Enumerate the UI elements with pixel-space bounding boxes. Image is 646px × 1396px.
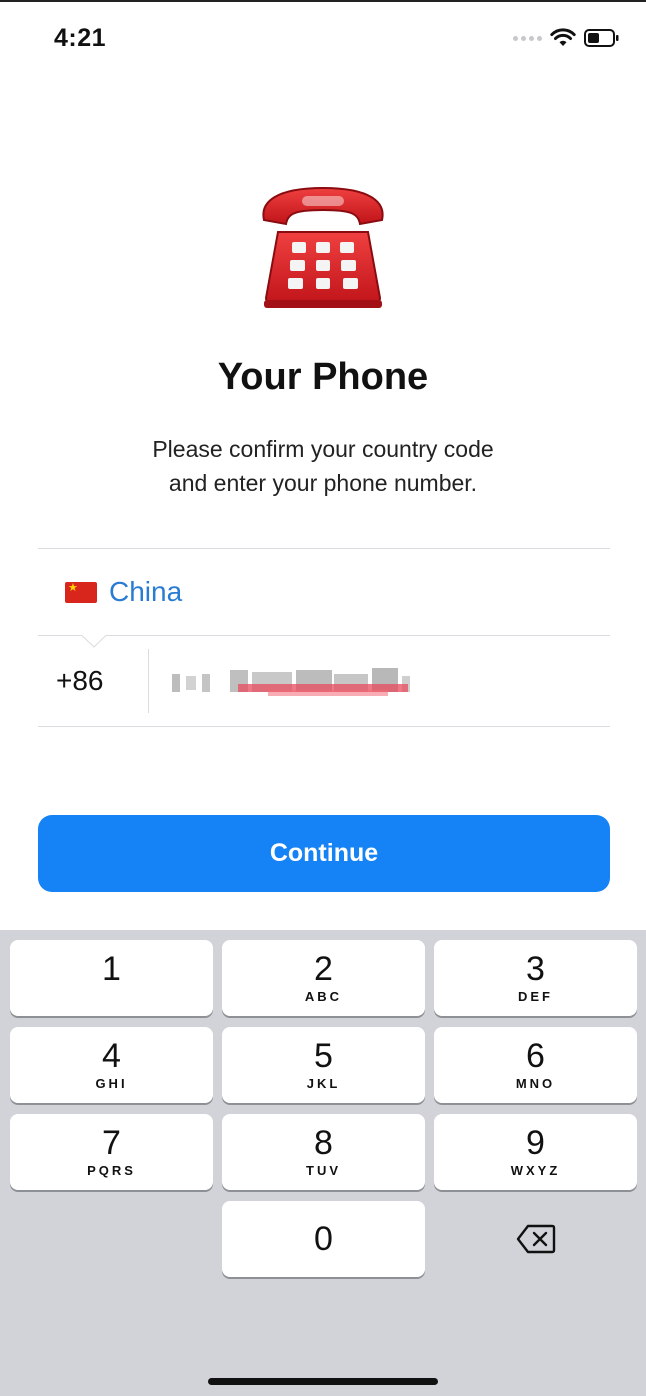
page-subtitle: Please confirm your country code and ent… xyxy=(0,432,646,500)
status-icons xyxy=(513,28,620,48)
country-code[interactable]: +86 xyxy=(38,665,148,697)
key-letters: MNO xyxy=(515,1076,556,1091)
subtitle-line-2: and enter your phone number. xyxy=(168,470,478,496)
key-0[interactable]: 0 xyxy=(222,1201,425,1277)
numeric-keypad: 1 2 ABC 3 DEF 4 GHI 5 JKL 6 MNO 7 PQRS 8 xyxy=(0,930,646,1396)
key-digit: 0 xyxy=(314,1220,333,1258)
key-letters: TUV xyxy=(306,1163,341,1178)
key-5[interactable]: 5 JKL xyxy=(222,1027,425,1103)
key-letters: PQRS xyxy=(87,1163,136,1178)
key-9[interactable]: 9 WXYZ xyxy=(434,1114,637,1190)
key-digit: 8 xyxy=(314,1124,333,1162)
key-letters: GHI xyxy=(95,1076,128,1091)
key-digit: 3 xyxy=(526,950,545,988)
wifi-icon xyxy=(550,28,576,48)
phone-login-screen: 4:21 Your Phone Please confirm your coun… xyxy=(0,0,646,1396)
redacted-number-mask xyxy=(172,666,422,702)
subtitle-line-1: Please confirm your country code xyxy=(152,436,494,462)
key-digit: 6 xyxy=(526,1037,545,1075)
top-edge xyxy=(0,0,646,2)
key-digit: 9 xyxy=(526,1124,545,1162)
key-letters: JKL xyxy=(306,1076,341,1091)
backspace-key[interactable] xyxy=(434,1201,637,1277)
key-4[interactable]: 4 GHI xyxy=(10,1027,213,1103)
battery-icon xyxy=(584,28,620,48)
key-3[interactable]: 3 DEF xyxy=(434,940,637,1016)
country-name: China xyxy=(109,576,183,607)
country-selector[interactable]: China xyxy=(38,549,610,635)
china-flag-icon xyxy=(65,581,97,603)
key-letters: DEF xyxy=(518,989,553,1004)
status-time: 4:21 xyxy=(54,24,107,52)
signal-dots-icon xyxy=(513,35,542,41)
divider xyxy=(38,726,610,727)
key-digit: 7 xyxy=(102,1124,121,1162)
key-letters: WXYZ xyxy=(510,1163,561,1178)
phone-number-row: +86 xyxy=(38,636,610,726)
key-digit: 4 xyxy=(102,1037,121,1075)
backspace-icon xyxy=(516,1224,555,1254)
continue-button[interactable]: Continue xyxy=(38,815,610,892)
key-digit: 5 xyxy=(314,1037,333,1075)
key-digit: 2 xyxy=(314,950,333,988)
key-2[interactable]: 2 ABC xyxy=(222,940,425,1016)
key-1[interactable]: 1 xyxy=(10,940,213,1016)
key-7[interactable]: 7 PQRS xyxy=(10,1114,213,1190)
key-digit: 1 xyxy=(102,950,121,988)
code-separator xyxy=(148,649,149,713)
key-8[interactable]: 8 TUV xyxy=(222,1114,425,1190)
telephone-icon xyxy=(256,180,390,310)
page-title: Your Phone xyxy=(217,356,429,398)
key-letters: ABC xyxy=(304,989,343,1004)
home-indicator[interactable] xyxy=(208,1378,438,1385)
key-6[interactable]: 6 MNO xyxy=(434,1027,637,1103)
